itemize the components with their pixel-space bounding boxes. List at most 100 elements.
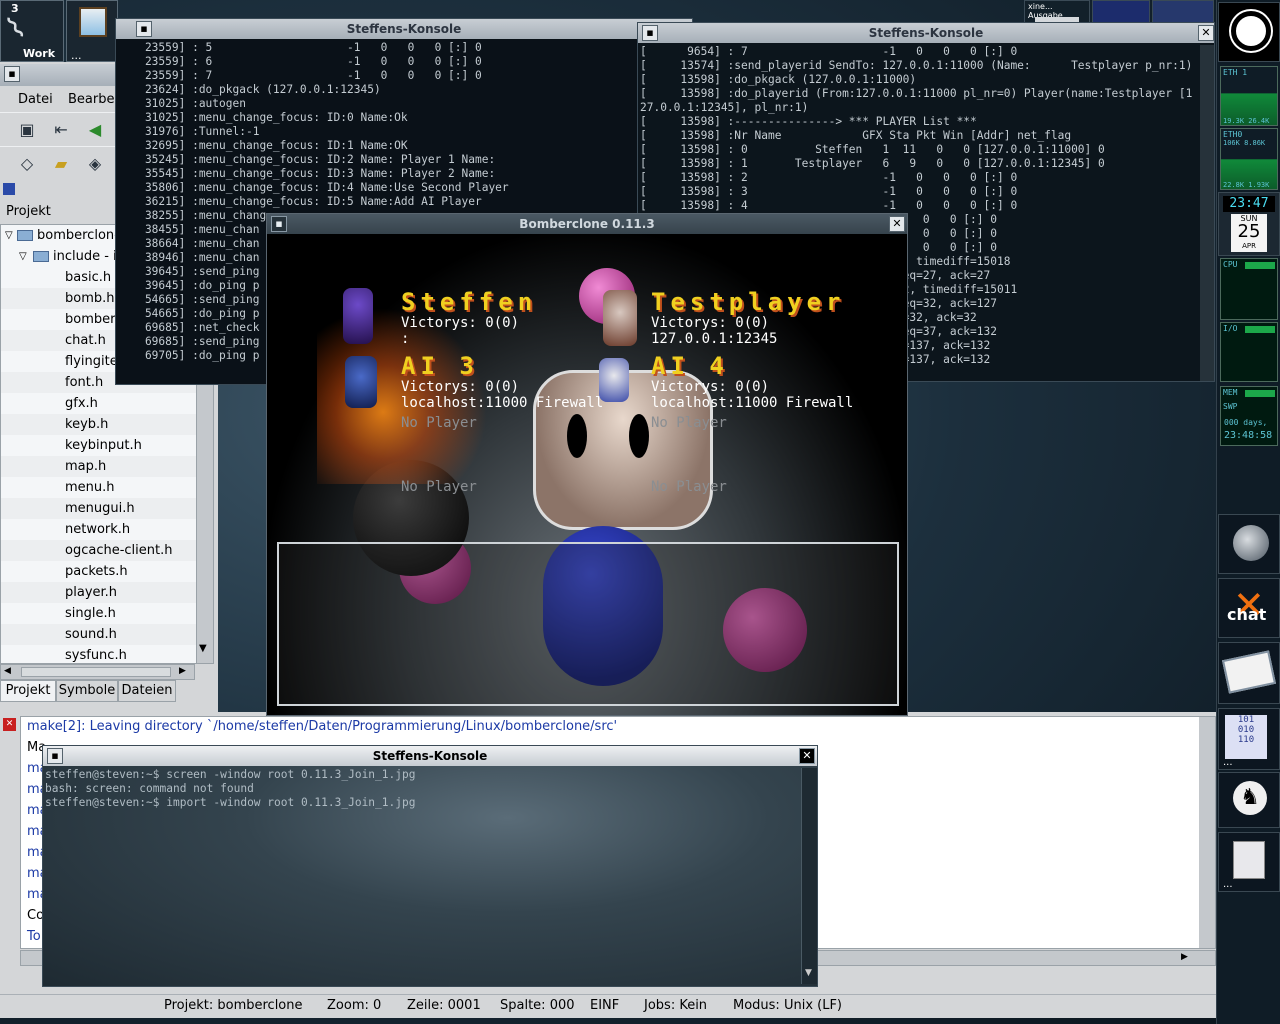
open-folder-icon[interactable]: ▰: [48, 152, 74, 176]
scroll-down-arrow-icon[interactable]: ▼: [199, 643, 207, 654]
cpu-label: CPU: [1223, 260, 1238, 269]
console-right-scrollbar[interactable]: [1200, 45, 1214, 381]
hscroll-thumb[interactable]: [21, 667, 171, 677]
folder-icon: [33, 251, 49, 262]
tree-file[interactable]: map.h: [1, 456, 196, 477]
terminal-line: steffen@steven:~$ import -window root 0.…: [45, 796, 416, 809]
console-bottom-output[interactable]: steffen@steven:~$ screen -window root 0.…: [45, 768, 799, 984]
tree-file[interactable]: menugui.h: [1, 498, 196, 519]
save-icon[interactable]: ◈: [82, 152, 108, 176]
bomberclone-titlebar[interactable]: ▪ Bomberclone 0.11.3 ✕: [267, 214, 907, 234]
workspace-pager[interactable]: 3 ⌇ Work: [0, 0, 64, 62]
scroll-down-arrow-icon[interactable]: ▼: [805, 968, 812, 978]
io-monitor: I/O: [1220, 322, 1278, 382]
tree-file[interactable]: ogcache-client.h: [1, 540, 196, 561]
tree-root-label: bomberclone: [37, 228, 123, 243]
menu-bearbeiten[interactable]: Bearbe: [68, 92, 114, 107]
scroll-left-arrow-icon[interactable]: ◀: [4, 666, 11, 676]
tree-file[interactable]: keybinput.h: [1, 435, 196, 456]
tree-file[interactable]: single.h: [1, 603, 196, 624]
easel-launcher[interactable]: ...: [66, 0, 118, 62]
scroll-right-arrow-icon[interactable]: ▶: [179, 666, 186, 676]
status-jobs: Jobs: Kein: [644, 998, 708, 1013]
dock-gimp[interactable]: [1218, 514, 1280, 574]
tree-file-label: bomb.h: [65, 291, 115, 306]
window-menu-icon[interactable]: ▪: [47, 748, 63, 764]
message-line[interactable]: To: [27, 927, 41, 947]
bomberclone-title: Bomberclone 0.11.3: [519, 217, 655, 231]
tree-file-label: menu.h: [65, 480, 115, 495]
close-messages-icon[interactable]: ✕: [3, 718, 16, 731]
desktop-background: 3 ⌇ Work ... xine... Ausgabe ▪ Datei Bea…: [0, 0, 1280, 1024]
messages-vscrollbar[interactable]: [1199, 717, 1215, 948]
terminal-line: [ 13598] : 0 Steffen 1 11 0 0 [127.0.0.1…: [640, 143, 1105, 156]
dock-mail[interactable]: [1218, 642, 1280, 704]
terminal-line: 23559] : 7 -1 0 0 0 [:] 0: [118, 69, 482, 82]
console-right-titlebar[interactable]: ▪ Steffens-Konsole ✕: [638, 23, 1214, 43]
window-menu-icon[interactable]: ▪: [642, 25, 658, 41]
tree-file[interactable]: sound.h: [1, 624, 196, 645]
new-file-icon[interactable]: ◇: [14, 152, 40, 176]
dock-horse-app[interactable]: ♞: [1218, 772, 1280, 828]
window-menu-icon[interactable]: ▪: [271, 216, 287, 232]
menu-datei[interactable]: Datei: [18, 92, 53, 107]
dock-xchat[interactable]: ✕ chat: [1218, 578, 1280, 638]
tree-file[interactable]: network.h: [1, 519, 196, 540]
binary-doc-icon: 101 010 110: [1225, 715, 1267, 759]
tree-file[interactable]: gfx.h: [1, 393, 196, 414]
collapse-icon[interactable]: ▽: [5, 225, 13, 246]
calendar-month: APR: [1242, 242, 1256, 250]
forward-green-icon[interactable]: ◀: [82, 118, 108, 142]
ide-window-menu-button[interactable]: ▪: [4, 66, 20, 82]
tree-file[interactable]: menu.h: [1, 477, 196, 498]
dock-dots-2: ...: [1223, 879, 1233, 890]
tree-file[interactable]: keyb.h: [1, 414, 196, 435]
mem-label: MEM: [1223, 388, 1238, 397]
window-menu-icon[interactable]: ▪: [136, 21, 152, 37]
collapse-icon[interactable]: ▽: [19, 246, 27, 267]
close-window-icon[interactable]: ✕: [799, 748, 815, 764]
swp-label: SWP: [1223, 402, 1238, 411]
message-line[interactable]: make[2]: Leaving directory `/home/steffe…: [27, 717, 617, 737]
empty-slot-5: No Player: [401, 415, 477, 431]
tab-projekt[interactable]: Projekt: [0, 680, 56, 702]
tree-file[interactable]: player.h: [1, 582, 196, 603]
console-bottom-scrollbar[interactable]: ▼: [801, 768, 817, 984]
tree-file-label: bomber: [65, 312, 116, 327]
close-window-icon[interactable]: ✕: [1198, 25, 1214, 41]
player-address-testplayer: 127.0.0.1:12345: [651, 331, 778, 347]
eth1-rates: 19.3K 26.4K: [1223, 117, 1270, 125]
empty-slot-7: No Player: [401, 479, 477, 495]
tree-file-label: packets.h: [65, 564, 128, 579]
console-left-titlebar[interactable]: ▪ Steffens-Konsole: [116, 19, 692, 39]
tab-symbole[interactable]: Symbole: [56, 680, 118, 702]
panel-pin-icon[interactable]: [3, 183, 15, 195]
terminal-line: 32695] :menu_change_focus: ID:1 Name:OK: [118, 139, 408, 152]
ide-menubar: Datei Bearbe: [0, 88, 115, 112]
eth0-rates-2: 22.8K 1.93K: [1223, 181, 1270, 189]
tree-hscrollbar[interactable]: ◀ ▶: [0, 664, 195, 680]
tree-file[interactable]: sysfunc.h: [1, 645, 196, 663]
empty-slot-8: No Player: [651, 479, 727, 495]
tab-dateien[interactable]: Dateien: [118, 680, 176, 702]
close-window-icon[interactable]: ✕: [889, 216, 905, 232]
dock-binary-editor[interactable]: 101 010 110 ...: [1218, 708, 1280, 770]
terminal-line: 23559] : 6 -1 0 0 0 [:] 0: [118, 55, 482, 68]
gimp-icon: [1233, 525, 1269, 561]
scroll-right-arrow-icon[interactable]: ▶: [1181, 952, 1188, 962]
stop-icon[interactable]: ▣: [14, 118, 40, 142]
game-canvas[interactable]: Steffen Victorys: 0(0) : Testplayer Vict…: [267, 234, 907, 715]
tree-file[interactable]: packets.h: [1, 561, 196, 582]
console-bottom-titlebar[interactable]: ▪ Steffens-Konsole ✕: [43, 746, 817, 766]
dock-logo-app[interactable]: [1218, 2, 1280, 62]
dock-clock[interactable]: 23:47 SUN 25 APR: [1218, 192, 1280, 256]
bomberman-eye-right: [629, 414, 649, 458]
terminal-line: [ 13598] :do_playerid (From:127.0.0.1:11…: [640, 87, 1193, 100]
dock-notes-app[interactable]: ...: [1218, 832, 1280, 892]
terminal-line: 23624] :do_pkgack (127.0.0.1:12345): [118, 83, 381, 96]
terminal-line: [ 13598] :---------------> *** PLAYER Li…: [640, 115, 977, 128]
back-icon[interactable]: ⇤: [48, 118, 74, 142]
bomberclone-window: ▪ Bomberclone 0.11.3 ✕ Steffen Victorys:…: [266, 213, 908, 716]
tree-file-label: map.h: [65, 459, 107, 474]
chat-box[interactable]: [277, 542, 899, 706]
